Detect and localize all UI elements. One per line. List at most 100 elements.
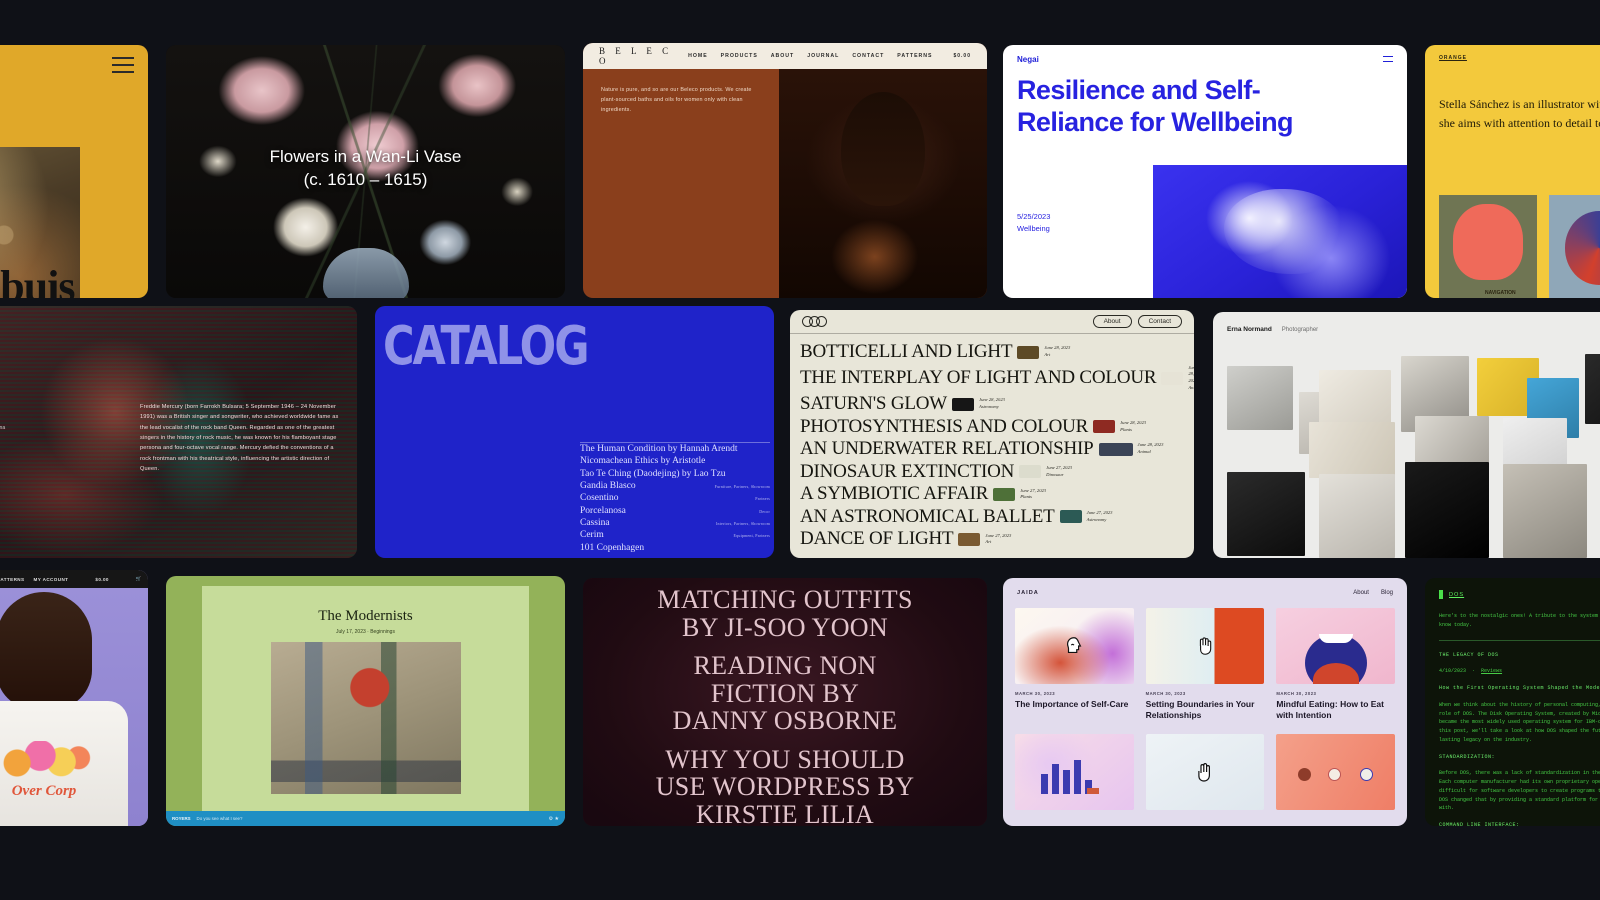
list-item[interactable]: A SYMBIOTIC AFFAIR June 27, 2023 Plants <box>800 484 1188 505</box>
hamburger-icon[interactable] <box>112 57 134 73</box>
headline-group[interactable]: WHY YOU SHOULD USE WORDPRESS BY KIRSTIE … <box>583 746 987 826</box>
item-meta: June 28, 2023Animal <box>1137 442 1164 455</box>
photo-thumb[interactable] <box>1309 422 1395 478</box>
list-item[interactable]: BOTTICELLI AND LIGHT June 28, 2023 Art <box>800 341 1188 363</box>
overcorp-cart-total[interactable]: $0.00 <box>95 577 109 582</box>
item-meta: June 28, 2023Animal <box>1188 364 1194 391</box>
list-item[interactable]: MARCH 30, 2023 Mindful Eating: How to Ea… <box>1276 608 1395 722</box>
card-dos[interactable]: DOS Here's to the nostalgic ones! A trib… <box>1425 578 1600 826</box>
card-dubuis[interactable]: Dubuis <box>0 45 148 298</box>
overcorp-nav-my-account[interactable]: MY ACCOUNT <box>34 577 69 582</box>
item-title: THE INTERPLAY OF LIGHT AND COLOUR <box>800 367 1157 389</box>
cart-icon[interactable]: 🛒 <box>136 576 142 582</box>
botticelli-nav[interactable]: About Contact <box>1092 315 1182 328</box>
post-date: MARCH 30, 2023 <box>1145 691 1186 696</box>
tshirt-print: Over Corp <box>0 741 92 800</box>
list-item[interactable] <box>1145 733 1265 810</box>
card-beleco[interactable]: B E L E C O HOME PRODUCTS ABOUT JOURNAL … <box>583 43 987 298</box>
item-meta: June 27, 2023 Art <box>985 532 1012 545</box>
list-item[interactable]: Porcelanosa Decor <box>580 505 770 517</box>
post-art <box>1145 733 1265 810</box>
dos-brand[interactable]: DOS <box>1449 592 1464 598</box>
list-item[interactable]: Cosentino Partners <box>580 492 770 504</box>
photo-thumb[interactable] <box>1227 472 1305 556</box>
list-item[interactable]: Cassina Interiors, Partners, Showroom <box>580 517 770 529</box>
list-item[interactable]: The Human Condition by Hannah Arendt <box>580 443 770 455</box>
headline-group[interactable]: READING NON FICTION BY DANNY OSBORNE <box>583 652 987 735</box>
rings-icon <box>802 316 827 327</box>
botticelli-nav-contact[interactable]: Contact <box>1137 315 1182 328</box>
list-item[interactable]: DANCE OF LIGHT June 27, 2023 Art <box>800 529 1188 550</box>
list-item[interactable]: AN UNDERWATER RELATIONSHIP June 28, 2023 A… <box>800 439 1188 460</box>
photo-thumb[interactable] <box>1415 416 1489 464</box>
dots-icon <box>1328 767 1342 781</box>
card-negai[interactable]: Negai Resilience and Self-Reliance for W… <box>1003 45 1407 298</box>
modernists-footer-icons[interactable]: ⚙ ★ <box>549 816 559 822</box>
list-item[interactable]: Cerim Equipment, Partners <box>580 529 770 541</box>
catalog-item-meta: Furniture, Partners, Showroom <box>714 483 770 489</box>
beleco-nav-home[interactable]: HOME <box>688 53 708 59</box>
list-item[interactable]: Gandia Blasco Furniture, Partners, Showro… <box>580 480 770 492</box>
list-item[interactable]: 101 Copenhagen <box>580 542 770 554</box>
card-matching-outfits[interactable]: MATCHING OUTFITS BY JI-SOO YOON READING … <box>583 578 987 826</box>
menu-icon[interactable] <box>1383 56 1393 62</box>
list-item[interactable]: Tao Te Ching (Daodejing) by Lao Tzu <box>580 467 770 479</box>
photo-thumb[interactable] <box>1585 354 1600 424</box>
erna-header: Erna Normand Photographer <box>1227 326 1318 333</box>
card-modernists[interactable]: The Modernists July 17, 2023 · Beginning… <box>166 576 565 826</box>
stella-lead: Stella Sánchez is an illustrator with a … <box>1439 97 1600 130</box>
card-erna-normand[interactable]: Erna Normand Photographer <box>1213 312 1600 558</box>
poster-2[interactable]: MY 1912 BOOK COVER <box>1549 195 1600 298</box>
photo-thumb[interactable] <box>1503 464 1587 558</box>
list-item[interactable]: AN ASTRONOMICAL BALLET June 27, 2023 Astro… <box>800 506 1188 528</box>
beleco-nav-about[interactable]: ABOUT <box>771 53 794 59</box>
headline-line: READING NON <box>693 651 877 681</box>
card-catalog[interactable]: CATALOG The Human Condition by Hannah Ar… <box>375 306 774 558</box>
jaida-nav[interactable]: About Blog <box>1353 590 1393 596</box>
jaida-brand: JAIDA <box>1017 590 1039 596</box>
botticelli-nav-about[interactable]: About <box>1092 315 1132 328</box>
post-date: MARCH 30, 2023 <box>1276 691 1317 696</box>
list-item[interactable]: MARCH 30, 2023 The Importance of Self-Ca… <box>1015 608 1134 722</box>
item-title: BOTTICELLI AND LIGHT <box>800 341 1013 362</box>
fruit-graphic <box>0 741 92 781</box>
jaida-nav-blog[interactable]: Blog <box>1381 590 1393 596</box>
item-thumb <box>1093 420 1116 434</box>
card-overcorp[interactable]: BLOG ABOUT PATTERNS MY ACCOUNT $0.00 🛒 O… <box>0 570 148 826</box>
headline-group[interactable]: MATCHING OUTFITS BY JI-SOO YOON <box>583 586 987 641</box>
photo-thumb[interactable] <box>1227 366 1293 430</box>
item-thumb <box>1098 442 1133 456</box>
negai-brand: Negai <box>1017 55 1039 64</box>
beleco-nav-journal[interactable]: JOURNAL <box>807 53 839 59</box>
list-item[interactable]: Nicomachean Ethics by Aristotle <box>580 455 770 467</box>
beleco-nav-products[interactable]: PRODUCTS <box>721 53 758 59</box>
list-item[interactable]: PHOTOSYNTHESIS AND COLOUR June 28, 2023 Pl… <box>800 416 1188 438</box>
list-item[interactable] <box>1015 733 1134 810</box>
card-stella[interactable]: ORANGE Stella Sánchez is an illustrator … <box>1425 45 1600 298</box>
item-meta: June 27, 2023 Astronomy <box>1086 510 1113 522</box>
overcorp-nav-patterns[interactable]: PATTERNS <box>0 577 25 582</box>
list-item[interactable]: SATURN'S GLOW June 28, 2023 Astronomy <box>800 394 1188 415</box>
post-title: Mindful Eating: How to Eat with Intentio… <box>1276 699 1384 721</box>
photo-thumb[interactable] <box>1405 462 1489 558</box>
card-jaida[interactable]: JAIDA About Blog MARCH 30, 2023 The Impo… <box>1003 578 1407 826</box>
dos-post-category[interactable]: Reviews <box>1481 668 1502 674</box>
beleco-nav[interactable]: HOME PRODUCTS ABOUT JOURNAL CONTACT PATT… <box>688 53 971 59</box>
beleco-cart-total[interactable]: $0.00 <box>953 53 971 59</box>
list-item[interactable]: MARCH 30, 2023 Setting Boundaries in You… <box>1145 608 1265 722</box>
stella-posters: LOSS AND GRIEF POSTERS MY 1912 BOOK COVE… <box>1439 195 1600 298</box>
jaida-nav-about[interactable]: About <box>1353 590 1369 596</box>
list-item[interactable]: THE INTERPLAY OF LIGHT AND COLOUR June 28… <box>800 365 1194 393</box>
item-thumb <box>1019 465 1042 479</box>
card-flowers[interactable]: Flowers in a Wan-Li Vase (c. 1610 – 1615… <box>166 45 565 298</box>
negai-headline: Resilience and Self-Reliance for Wellbei… <box>1017 75 1293 137</box>
card-botticelli[interactable]: About Contact BOTTICELLI AND LIGHT June 2… <box>790 310 1194 558</box>
beleco-nav-patterns[interactable]: PATTERNS <box>897 53 932 59</box>
photo-thumb[interactable] <box>1319 474 1395 558</box>
poster-1[interactable]: LOSS AND GRIEF POSTERS <box>1439 195 1537 298</box>
list-item[interactable]: DINOSAUR EXTINCTION June 27, 2023 Dinosaur <box>800 461 1188 483</box>
bars-icon <box>1041 759 1092 794</box>
card-glitch-mercury[interactable]: and day. Nothing, is gonna stop me now. … <box>0 306 357 558</box>
beleco-nav-contact[interactable]: CONTACT <box>852 53 884 59</box>
list-item[interactable] <box>1276 733 1395 810</box>
